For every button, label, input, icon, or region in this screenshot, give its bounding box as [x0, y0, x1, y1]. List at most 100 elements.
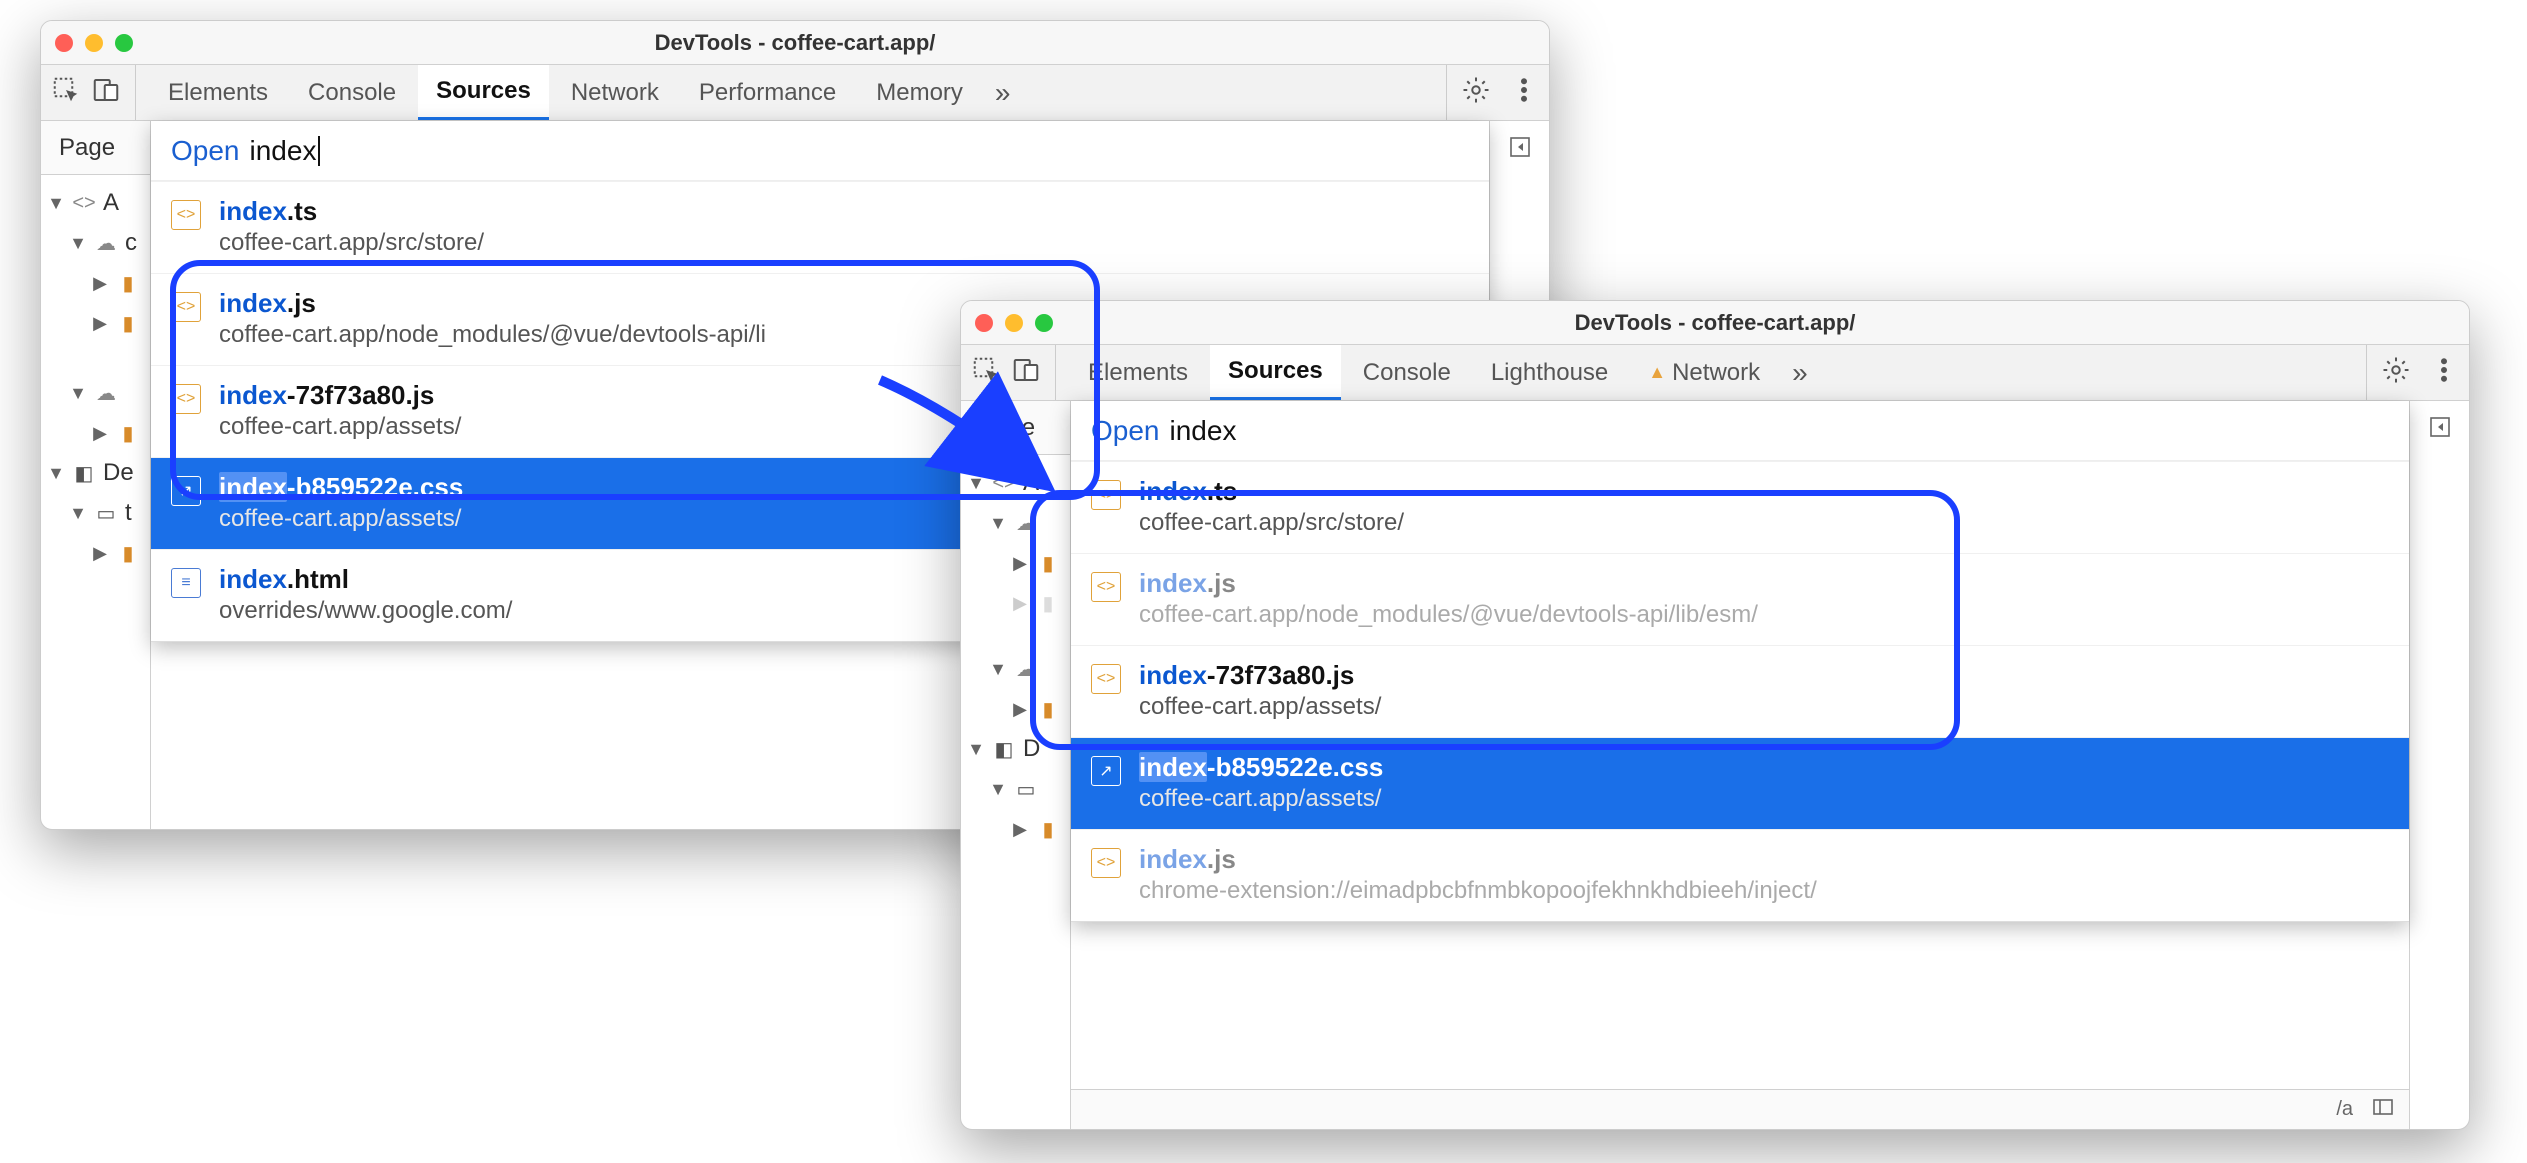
file-path: coffee-cart.app/assets/: [219, 413, 461, 441]
match-text: index: [219, 472, 287, 502]
file-ext: .html: [287, 564, 349, 594]
file-ext: .js: [1207, 844, 1236, 874]
match-text: index: [219, 380, 287, 410]
kebab-menu-icon[interactable]: [2429, 355, 2459, 390]
cloud-icon: ☁: [1013, 512, 1039, 534]
tab-sources[interactable]: Sources: [1210, 345, 1341, 400]
folder-icon: ▮: [115, 272, 141, 294]
quick-open-popup: Open index <> index.ts coffee-cart.app/s…: [1071, 401, 2409, 922]
quick-open-item-selected[interactable]: ↗ index-b859522e.css coffee-cart.app/ass…: [1071, 737, 2409, 829]
window-title: DevTools - coffee-cart.app/: [961, 310, 2469, 336]
tab-network[interactable]: Network: [553, 65, 677, 120]
panel-tabs: Elements Console Sources Network Perform…: [136, 65, 1446, 120]
toolbar: Elements Sources Console Lighthouse Netw…: [961, 345, 2469, 401]
file-path: coffee-cart.app/src/store/: [219, 229, 484, 257]
tab-network[interactable]: Network: [1630, 345, 1778, 400]
more-tabs-button[interactable]: »: [985, 77, 1021, 109]
folder-icon: ▮: [115, 422, 141, 444]
file-ext: -73f73a80.js: [287, 380, 434, 410]
match-text: index: [219, 564, 287, 594]
cube-icon: ◧: [71, 462, 97, 484]
inspect-icon[interactable]: [971, 355, 1001, 390]
cloud-icon: ☁: [1013, 658, 1039, 680]
titlebar: DevTools - coffee-cart.app/: [961, 301, 2469, 345]
folder-icon: ▮: [115, 542, 141, 564]
quick-open-item[interactable]: <> index.ts coffee-cart.app/src/store/: [1071, 461, 2409, 553]
navigator-pane: Page <>A ☁c ▮ ▮ ☁ ▮ ◧De ▭t ▮: [41, 121, 151, 829]
match-text: index: [1139, 660, 1207, 690]
settings-icon[interactable]: [2381, 355, 2411, 390]
debugger-pane-toggle[interactable]: [2409, 401, 2469, 1129]
match-text: index: [1139, 476, 1207, 506]
rect-icon: ▭: [1013, 778, 1039, 800]
sidebar-toggle-icon[interactable]: [2371, 1095, 2395, 1125]
editor-pane: Open index <> index.ts coffee-cart.app/s…: [1071, 401, 2409, 1129]
file-ext: .js: [287, 288, 316, 318]
tab-lighthouse[interactable]: Lighthouse: [1473, 345, 1626, 400]
cloud-icon: ☁: [93, 382, 119, 404]
match-text: index: [219, 288, 287, 318]
status-text: /a: [2336, 1098, 2353, 1121]
tab-sources[interactable]: Sources: [418, 65, 549, 120]
panel-tabs: Elements Sources Console Lighthouse Netw…: [1056, 345, 2366, 400]
devtools-window-b: DevTools - coffee-cart.app/ Elements Sou…: [960, 300, 2470, 1130]
tab-memory[interactable]: Memory: [858, 65, 981, 120]
file-tree: <>A ☁c ▮ ▮ ☁ ▮ ◧De ▭t ▮: [41, 175, 150, 581]
rect-icon: ▭: [93, 502, 119, 524]
css-file-icon: ↗: [1091, 756, 1121, 786]
match-text: index: [1139, 844, 1207, 874]
match-text: index: [1139, 752, 1207, 782]
file-ext: .ts: [1207, 476, 1237, 506]
file-ext: -b859522e.css: [287, 472, 463, 502]
folder-icon: ▮: [115, 312, 141, 334]
file-ext: .ts: [287, 196, 317, 226]
match-text: index: [1139, 568, 1207, 598]
file-path: coffee-cart.app/assets/: [1139, 693, 1381, 721]
quick-open-query: index: [250, 135, 317, 167]
status-bar: /a: [1071, 1089, 2409, 1129]
tab-performance[interactable]: Performance: [681, 65, 854, 120]
quick-open-input[interactable]: Open index: [1071, 401, 2409, 461]
tree-label[interactable]: A: [1023, 469, 1039, 497]
device-toggle-icon[interactable]: [1011, 355, 1041, 390]
navigator-pane: Page <>A ☁ ▮ ▮ ☁ ▮ ◧D ▭ ▮: [961, 401, 1071, 1129]
tab-elements[interactable]: Elements: [1070, 345, 1206, 400]
page-tab[interactable]: Page: [41, 121, 150, 175]
tree-label[interactable]: De: [103, 459, 134, 487]
quick-open-item[interactable]: <> index-73f73a80.js coffee-cart.app/ass…: [1071, 645, 2409, 737]
quick-open-item[interactable]: <> index.ts coffee-cart.app/src/store/: [151, 181, 1489, 273]
js-file-icon: <>: [1091, 572, 1121, 602]
js-file-icon: <>: [1091, 848, 1121, 878]
tab-elements[interactable]: Elements: [150, 65, 286, 120]
text-cursor: [318, 136, 320, 166]
device-toggle-icon[interactable]: [91, 75, 121, 110]
css-file-icon: ↗: [171, 476, 201, 506]
quick-open-input[interactable]: Open index: [151, 121, 1489, 181]
file-ext: .js: [1207, 568, 1236, 598]
brackets-icon: <>: [71, 192, 97, 214]
file-tree: <>A ☁ ▮ ▮ ☁ ▮ ◧D ▭ ▮: [961, 455, 1070, 857]
tree-label[interactable]: c: [125, 229, 137, 257]
file-ext: -b859522e.css: [1207, 752, 1383, 782]
quick-open-command: Open: [1091, 415, 1160, 447]
folder-icon: ▮: [1035, 552, 1061, 574]
quick-open-query: index: [1170, 415, 1237, 447]
kebab-menu-icon[interactable]: [1509, 75, 1539, 110]
tree-label[interactable]: t: [125, 499, 132, 527]
quick-open-item[interactable]: <> index.js coffee-cart.app/node_modules…: [1071, 553, 2409, 645]
cube-icon: ◧: [991, 738, 1017, 760]
page-tab[interactable]: Page: [961, 401, 1070, 455]
match-text: index: [219, 196, 287, 226]
file-path: coffee-cart.app/src/store/: [1139, 509, 1404, 537]
tab-console[interactable]: Console: [1345, 345, 1469, 400]
tab-console[interactable]: Console: [290, 65, 414, 120]
quick-open-item[interactable]: <> index.js chrome-extension://eimadpbcb…: [1071, 829, 2409, 921]
inspect-icon[interactable]: [51, 75, 81, 110]
tree-label[interactable]: A: [103, 189, 119, 217]
tree-label[interactable]: D: [1023, 735, 1040, 763]
file-ext: -73f73a80.js: [1207, 660, 1354, 690]
folder-icon: ▮: [1035, 698, 1061, 720]
js-file-icon: <>: [171, 200, 201, 230]
more-tabs-button[interactable]: »: [1782, 357, 1818, 389]
settings-icon[interactable]: [1461, 75, 1491, 110]
